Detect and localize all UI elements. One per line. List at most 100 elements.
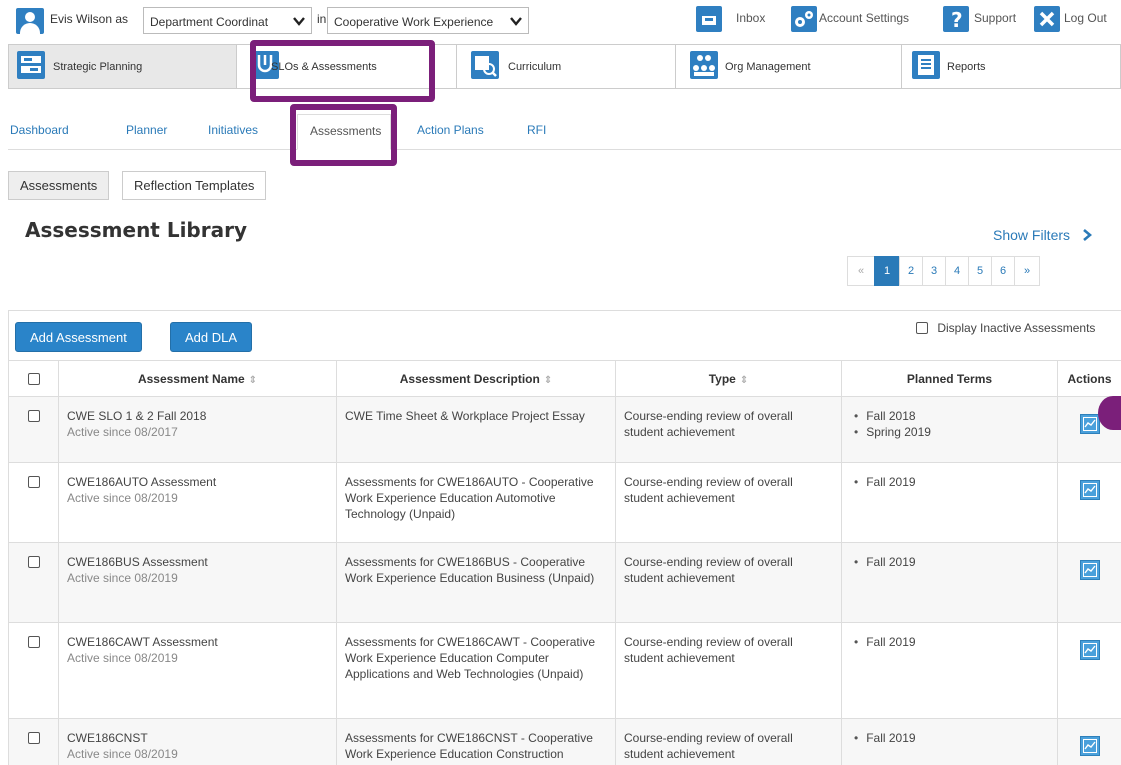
header-label: Actions bbox=[1067, 371, 1112, 386]
assessment-description-cell: CWE Time Sheet & Workplace Project Essay bbox=[336, 396, 616, 463]
module-label: Reports bbox=[947, 61, 986, 73]
pagination-page-4[interactable]: 4 bbox=[945, 256, 969, 286]
add-assessment-button[interactable]: Add Assessment bbox=[15, 322, 142, 352]
assessment-name-cell: CWE186BUS Assessment Active since 08/2019 bbox=[58, 542, 337, 623]
show-filters-link[interactable]: Show Filters bbox=[993, 227, 1092, 243]
planned-terms-cell: Fall 2019 bbox=[841, 462, 1058, 543]
annotation-marker bbox=[1098, 396, 1121, 430]
pagination-page-1[interactable]: 1 bbox=[874, 256, 900, 286]
pagination-page-6[interactable]: 6 bbox=[991, 256, 1015, 286]
planned-terms-cell: Fall 2019 bbox=[841, 542, 1058, 623]
assessment-name-cell: CWE186AUTO Assessment Active since 08/201… bbox=[58, 462, 337, 543]
row-checkbox[interactable] bbox=[27, 410, 40, 422]
org-management-icon bbox=[690, 51, 718, 79]
planned-term: Fall 2018 bbox=[854, 408, 1049, 424]
tab-planner[interactable]: Planner bbox=[126, 123, 167, 137]
header-actions: Actions bbox=[1057, 360, 1121, 397]
planned-term: Spring 2019 bbox=[854, 424, 1049, 440]
account-settings-link[interactable]: Account Settings bbox=[819, 11, 909, 25]
role-select[interactable]: Department Coordinat bbox=[143, 7, 312, 34]
pagination-page-5[interactable]: 5 bbox=[968, 256, 992, 286]
assessment-report-icon[interactable] bbox=[1080, 640, 1100, 660]
assessment-name[interactable]: CWE186AUTO Assessment bbox=[67, 474, 328, 490]
assessment-report-icon[interactable] bbox=[1080, 414, 1100, 434]
row-select-cell bbox=[8, 462, 59, 543]
assessment-report-icon[interactable] bbox=[1080, 560, 1100, 580]
planned-term: Fall 2019 bbox=[854, 634, 1049, 650]
display-inactive-checkbox[interactable] bbox=[916, 322, 928, 334]
assessment-status: Active since 08/2017 bbox=[67, 425, 178, 439]
sort-icon: ⇕ bbox=[739, 374, 749, 386]
module-org-management[interactable]: Org Management bbox=[676, 45, 902, 88]
chevron-down-icon bbox=[293, 17, 305, 26]
inbox-link[interactable]: Inbox bbox=[736, 11, 765, 25]
assessment-status: Active since 08/2019 bbox=[67, 491, 178, 505]
logout-icon[interactable] bbox=[1034, 6, 1060, 32]
chevron-right-icon bbox=[1083, 229, 1092, 241]
pagination-next[interactable]: » bbox=[1014, 256, 1040, 286]
pagination-page-2[interactable]: 2 bbox=[899, 256, 923, 286]
tab-dashboard[interactable]: Dashboard bbox=[10, 123, 69, 137]
pagination-page-3[interactable]: 3 bbox=[922, 256, 946, 286]
tab-action-plans[interactable]: Action Plans bbox=[417, 123, 484, 137]
sort-icon: ⇕ bbox=[248, 374, 258, 386]
add-dla-button[interactable]: Add DLA bbox=[170, 322, 253, 352]
assessment-status: Active since 08/2019 bbox=[67, 651, 178, 665]
assessment-description-cell: Assessments for CWE186CNST - Cooperative… bbox=[336, 718, 616, 765]
strategic-planning-icon bbox=[17, 51, 45, 79]
chevron-down-icon bbox=[510, 17, 522, 26]
row-checkbox[interactable] bbox=[27, 476, 40, 488]
account-settings-icon[interactable] bbox=[791, 6, 817, 32]
table-row: CWE186BUS Assessment Active since 08/2019… bbox=[8, 542, 1121, 623]
header-planned-terms: Planned Terms bbox=[841, 360, 1058, 397]
pill-tab-reflection-templates[interactable]: Reflection Templates bbox=[122, 171, 267, 200]
assessment-name-cell: CWE SLO 1 & 2 Fall 2018 Active since 08/2… bbox=[58, 396, 337, 463]
module-strategic-planning[interactable]: Strategic Planning bbox=[9, 45, 237, 88]
logout-link[interactable]: Log Out bbox=[1064, 11, 1107, 25]
module-label: Strategic Planning bbox=[53, 61, 143, 73]
planned-terms-cell: Fall 2019 bbox=[841, 718, 1058, 765]
role-select-value: Department Coordinat bbox=[150, 15, 269, 29]
select-all-checkbox[interactable] bbox=[27, 372, 40, 385]
support-link[interactable]: Support bbox=[974, 11, 1016, 25]
in-label: in bbox=[317, 12, 327, 26]
module-label: Curriculum bbox=[508, 61, 562, 73]
user-avatar-icon bbox=[16, 8, 44, 34]
header-type[interactable]: Type ⇕ bbox=[615, 360, 842, 397]
header-assessment-name[interactable]: Assessment Name ⇕ bbox=[58, 360, 337, 397]
assessment-name[interactable]: CWE186CNST bbox=[67, 730, 328, 746]
actions-cell bbox=[1057, 462, 1121, 543]
planned-terms-cell: Fall 2018Spring 2019 bbox=[841, 396, 1058, 463]
table-row: CWE186CNST Active since 08/2019 Assessmen… bbox=[8, 718, 1121, 765]
svg-text:?: ? bbox=[951, 8, 963, 32]
planned-term: Fall 2019 bbox=[854, 474, 1049, 490]
module-label: Org Management bbox=[725, 61, 811, 73]
actions-cell bbox=[1057, 542, 1121, 623]
user-name: Evis Wilson as bbox=[50, 12, 129, 26]
assessment-report-icon[interactable] bbox=[1080, 480, 1100, 500]
row-checkbox[interactable] bbox=[27, 732, 40, 744]
tab-initiatives[interactable]: Initiatives bbox=[208, 123, 258, 137]
planned-terms-cell: Fall 2019 bbox=[841, 622, 1058, 719]
pill-tab-assessments[interactable]: Assessments bbox=[8, 171, 110, 200]
support-icon[interactable]: ? bbox=[943, 6, 969, 32]
pagination: « 1 2 3 4 5 6 » bbox=[847, 256, 1040, 286]
assessment-type-cell: Course-ending review of overall student … bbox=[615, 542, 842, 623]
row-select-cell bbox=[8, 396, 59, 463]
row-checkbox[interactable] bbox=[27, 556, 40, 568]
org-select[interactable]: Cooperative Work Experience bbox=[327, 7, 529, 34]
tab-rfi[interactable]: RFI bbox=[527, 123, 546, 137]
display-inactive-toggle[interactable]: Display Inactive Assessments bbox=[916, 321, 1095, 335]
inbox-icon[interactable] bbox=[696, 6, 722, 32]
planned-term: Fall 2019 bbox=[854, 554, 1049, 570]
module-reports[interactable]: Reports bbox=[902, 45, 1120, 88]
pagination-prev[interactable]: « bbox=[847, 256, 875, 286]
module-curriculum[interactable]: Curriculum bbox=[457, 45, 676, 88]
row-checkbox[interactable] bbox=[27, 636, 40, 648]
assessment-report-icon[interactable] bbox=[1080, 736, 1100, 756]
assessment-name[interactable]: CWE186BUS Assessment bbox=[67, 554, 328, 570]
show-filters-label: Show Filters bbox=[993, 227, 1071, 243]
assessment-name[interactable]: CWE SLO 1 & 2 Fall 2018 bbox=[67, 408, 328, 424]
header-assessment-description[interactable]: Assessment Description ⇕ bbox=[336, 360, 616, 397]
assessment-name[interactable]: CWE186CAWT Assessment bbox=[67, 634, 328, 650]
